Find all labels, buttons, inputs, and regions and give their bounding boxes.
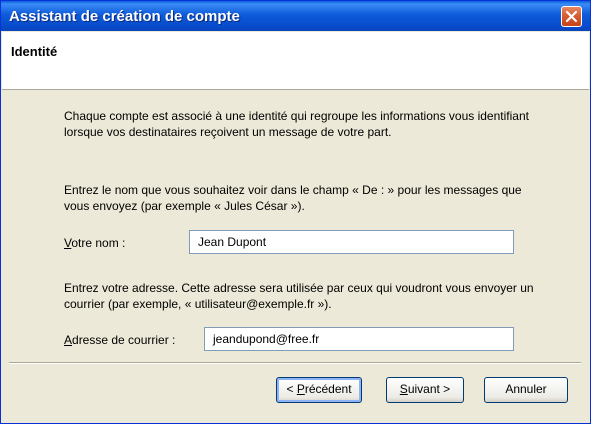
next-button[interactable]: Suivant > [386,377,464,403]
back-button-accesskey: P [296,382,305,396]
title-bar[interactable]: Assistant de création de compte [1,1,590,31]
wizard-window: Assistant de création de compte Identité… [0,0,591,424]
name-help-text: Entrez le nom que vous souhaitez voir da… [64,183,522,213]
wizard-content: Chaque compte est associé à une identité… [2,90,589,351]
button-separator [9,362,581,364]
back-button-prefix: < [286,382,297,396]
name-label-text: otre nom : [71,236,126,250]
wizard-header: Identité [2,32,589,90]
email-input[interactable]: jeandupond@free.fr [204,327,514,351]
next-button-text: uivant > [407,382,451,396]
cancel-button[interactable]: Annuler [484,377,568,403]
email-label: Adresse de courrier : [64,333,175,347]
close-button[interactable] [561,6,582,27]
name-label: Votre nom : [64,236,125,250]
close-icon [565,10,578,23]
window-title: Assistant de création de compte [9,8,240,25]
email-help-text: Entrez votre adresse. Cette adresse sera… [64,281,534,311]
email-label-accesskey: A [64,333,73,347]
page-title: Identité [11,44,58,59]
intro-text: Chaque compte est associé à une identité… [64,109,529,139]
back-button-text: récédent [304,382,352,396]
back-button[interactable]: < Précédent [276,377,362,403]
next-button-accesskey: S [399,382,408,396]
name-input[interactable]: Jean Dupont [189,230,514,254]
email-label-text: dresse de courrier : [72,333,176,347]
